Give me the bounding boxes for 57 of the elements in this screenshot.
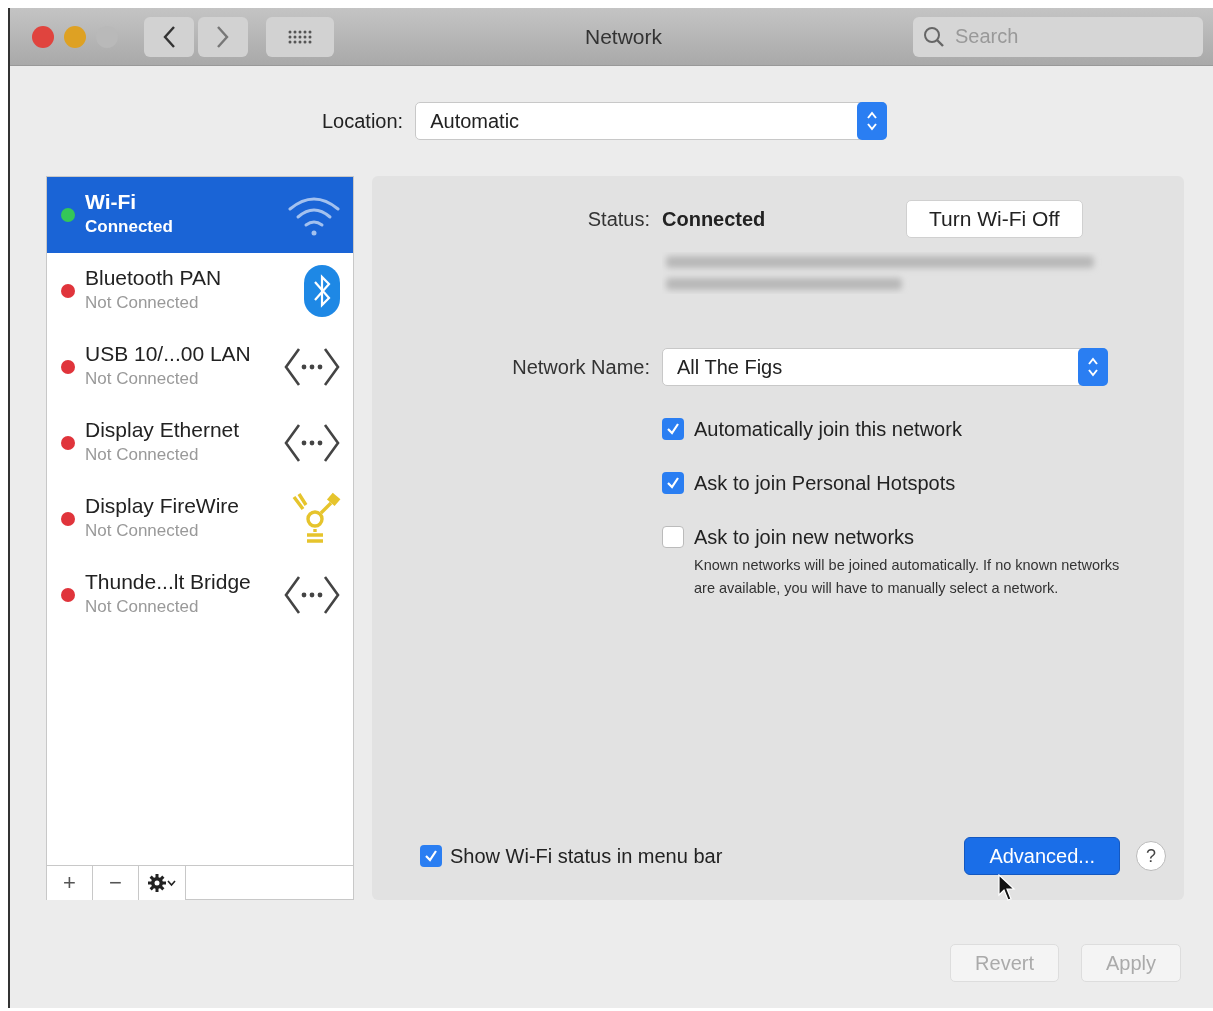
service-item[interactable]: Display FireWire Not Connected bbox=[47, 481, 353, 557]
service-name: Thunde...lt Bridge bbox=[85, 570, 251, 595]
network-name-dropdown[interactable]: All The Figs bbox=[662, 347, 1108, 386]
checkbox-label: Ask to join Personal Hotspots bbox=[694, 470, 956, 496]
service-status: Not Connected bbox=[85, 292, 199, 315]
status-value: Connected bbox=[662, 206, 767, 232]
bluetooth-icon bbox=[303, 264, 341, 318]
mouse-pointer-icon bbox=[998, 874, 1016, 902]
status-label: Status: bbox=[587, 207, 650, 230]
action-menu-button[interactable] bbox=[139, 865, 186, 900]
grid-button[interactable] bbox=[266, 16, 334, 57]
grid-icon bbox=[287, 28, 313, 45]
network-name-label: Network Name: bbox=[512, 355, 650, 378]
service-name: USB 10/...00 LAN bbox=[85, 342, 251, 367]
service-item[interactable]: Wi-Fi Connected bbox=[47, 177, 353, 253]
service-item[interactable]: Bluetooth PAN Not Connected bbox=[47, 253, 353, 329]
remove-button[interactable]: − bbox=[93, 865, 139, 900]
help-button[interactable]: ? bbox=[1136, 841, 1166, 871]
checkmark-icon bbox=[666, 475, 680, 490]
service-status: Not Connected bbox=[85, 444, 199, 467]
checkmark-icon bbox=[424, 849, 438, 863]
chevron-right-icon bbox=[216, 24, 230, 49]
checkbox[interactable] bbox=[662, 471, 684, 494]
chevron-left-icon bbox=[162, 24, 176, 49]
stepper-icon bbox=[1078, 347, 1108, 386]
service-status: Not Connected bbox=[85, 520, 199, 543]
gear-icon bbox=[147, 872, 177, 893]
checkbox-label: Ask to join new networks bbox=[694, 524, 915, 550]
add-button[interactable]: + bbox=[47, 865, 93, 900]
back-button[interactable] bbox=[144, 16, 194, 57]
service-status: Connected bbox=[85, 216, 173, 239]
checkbox-label: Show Wi-Fi status in menu bar bbox=[450, 844, 723, 869]
service-name: Bluetooth PAN bbox=[85, 266, 222, 291]
location-dropdown[interactable]: Automatic bbox=[415, 102, 888, 140]
close-button[interactable] bbox=[32, 25, 54, 48]
checkbox[interactable] bbox=[662, 417, 684, 440]
service-name: Display FireWire bbox=[85, 494, 239, 519]
service-name: Display Ethernet bbox=[85, 418, 240, 443]
checkbox[interactable] bbox=[662, 525, 684, 548]
location-label: Location: bbox=[322, 109, 404, 134]
checkbox-label: Automatically join this network bbox=[694, 416, 962, 442]
forward-button[interactable] bbox=[198, 16, 248, 57]
service-status: Not Connected bbox=[85, 368, 199, 391]
search-icon bbox=[923, 25, 945, 48]
service-item[interactable]: Display Ethernet Not Connected bbox=[47, 405, 353, 481]
checkmark-icon bbox=[666, 421, 680, 436]
service-item[interactable]: USB 10/...00 LAN Not Connected bbox=[47, 329, 353, 405]
help-text: Known networks will be joined automatically. If no known networks are available, you will have to manually select a network. bbox=[694, 556, 1120, 596]
checkbox[interactable] bbox=[420, 845, 442, 867]
turn-off-button[interactable]: Turn Wi-Fi Off bbox=[906, 200, 1083, 238]
advanced-button[interactable]: Advanced... bbox=[964, 837, 1120, 875]
service-name: Wi-Fi bbox=[85, 190, 137, 215]
service-item[interactable]: Thunde...lt Bridge Not Connected bbox=[47, 557, 353, 633]
service-status: Not Connected bbox=[85, 596, 199, 619]
window-title: Network bbox=[585, 24, 662, 48]
stepper-icon bbox=[857, 102, 888, 140]
search-field[interactable]: Search bbox=[913, 16, 1203, 57]
